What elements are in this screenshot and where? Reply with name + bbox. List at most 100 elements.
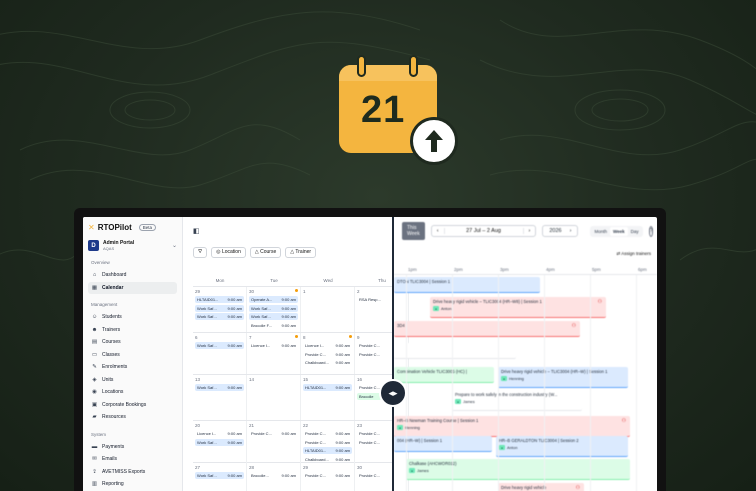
- sidebar-item-dashboard[interactable]: ⌂ Dashboard: [88, 269, 177, 282]
- month-event[interactable]: HLTAID01... 9:00 am: [195, 296, 244, 303]
- month-event[interactable]: Work Saf... 9:00 am: [249, 313, 298, 320]
- month-day-cell[interactable]: 29 Provide C... 9:00 am: [301, 463, 355, 491]
- month-event[interactable]: Chalkboard... 9:00 am: [303, 359, 352, 366]
- week-event[interactable]: Drive heavy rigid vehicle ⚇: [498, 483, 584, 491]
- month-event[interactable]: Provide C... 9:00 am: [303, 472, 352, 479]
- week-event[interactable]: Chalkase (AHCWOR012) ● James: [406, 459, 630, 480]
- month-event[interactable]: HLTAID01... 9:00 am: [303, 384, 352, 391]
- year-picker[interactable]: 2026 ›: [542, 225, 579, 237]
- month-day-cell[interactable]: 29 HLTAID01... 9:00 am Work Saf... 9:00 am Wo…: [193, 287, 247, 332]
- week-event-title: Prepare to work safely in the constructi…: [455, 392, 558, 397]
- day-number: 28: [249, 465, 255, 470]
- filter-icon[interactable]: ⛛: [193, 246, 208, 258]
- sidebar: ✕ RTOPilot Beta D Admin Portal AQAS ⌄ Ov…: [83, 217, 183, 491]
- sidebar-item-payments[interactable]: ▬ Payments: [88, 441, 177, 454]
- week-event-title: 3D4: [397, 323, 405, 328]
- event-time: 9:00 am: [335, 456, 350, 462]
- day-number: 14: [249, 377, 255, 382]
- week-event[interactable]: DTON TLIC3004 | Session 1: [394, 277, 540, 293]
- month-event[interactable]: Work Saf... 9:00 am: [249, 304, 298, 312]
- sidebar-item-reporting[interactable]: ▥ Reporting: [88, 478, 177, 491]
- month-event[interactable]: Provide C... 9:00 am: [303, 430, 352, 437]
- event-title: Work Saf...: [197, 343, 217, 348]
- month-day-cell[interactable]: 30 Operate A... 9:00 am Work Saf... 9:00 am W…: [247, 287, 301, 332]
- month-event[interactable]: Brocolle... 9:00 am: [249, 472, 298, 479]
- sidebar-item-corporate-bookings[interactable]: ▣ Corporate Bookings: [88, 399, 177, 412]
- event-time: 9:00 am: [227, 385, 242, 390]
- sidebar-item-enrolments[interactable]: ✎ Enrolments: [88, 361, 177, 374]
- sidebar-item-units[interactable]: ◈ Units: [88, 374, 177, 387]
- month-event[interactable]: Work Saf... 9:00 am: [195, 438, 244, 446]
- sidebar-item-avetmiss-exports[interactable]: ⇪ AVETMISS Exports: [88, 466, 177, 479]
- sidebar-item-locations[interactable]: ◉ Locations: [88, 386, 177, 399]
- month-event[interactable]: Work Saf... 9:00 am: [195, 313, 244, 320]
- arrows-left-right-icon: ◂▸: [388, 387, 398, 398]
- sidebar-toggle-icon[interactable]: ◧: [193, 227, 200, 235]
- month-day-cell[interactable]: 15 HLTAID01... 9:00 am: [301, 375, 355, 420]
- nav-section-label: Overview: [91, 260, 110, 265]
- sidebar-item-emails[interactable]: ✉ Emails: [88, 453, 177, 466]
- month-day-cell[interactable]: 28 Brocolle... 9:00 am: [247, 463, 301, 491]
- month-event[interactable]: Provide C... 9:00 am: [303, 351, 352, 358]
- sidebar-item-classes[interactable]: ▭ Classes: [88, 349, 177, 362]
- month-day-cell[interactable]: 21 Provide C... 9:00 am: [247, 421, 301, 466]
- sidebar-item-resources[interactable]: ▰ Resources: [88, 411, 177, 424]
- month-day-cell[interactable]: 14: [247, 375, 301, 420]
- trainer-warning-icon: ⚇: [575, 485, 580, 491]
- sidebar-item-courses[interactable]: ▤ Courses: [88, 336, 177, 349]
- split-divider[interactable]: [392, 217, 394, 491]
- week-event[interactable]: 3D4 ⚇: [394, 321, 580, 337]
- week-event[interactable]: Prepare to work safely in the constructi…: [452, 390, 582, 411]
- month-event[interactable]: Work Saf... 9:00 am: [195, 304, 244, 312]
- month-event[interactable]: HLTAID01... 9:00 am: [303, 447, 352, 454]
- month-day-cell[interactable]: 13 Work Saf... 9:00 am: [193, 375, 247, 420]
- month-event[interactable]: Licence I... 9:00 am: [249, 342, 298, 349]
- month-event[interactable]: Provide C... 9:00 am: [249, 430, 298, 437]
- hour-label: 3pm: [500, 267, 509, 272]
- sidebar-item-trainers[interactable]: ☻ Trainers: [88, 324, 177, 337]
- next-week-icon[interactable]: ›: [524, 228, 536, 234]
- month-day-cell[interactable]: 6 Work Saf... 9:00 am: [193, 333, 247, 374]
- week-event[interactable]: Drive heavy rigid vehicle – TLIC3004 (HR…: [430, 297, 606, 318]
- month-event[interactable]: Chalkboard... 9:00 am: [303, 456, 352, 463]
- week-event[interactable]: HR–B Newman Training Course | Session 1 ●…: [394, 416, 630, 437]
- calendar-ring-left: [357, 55, 366, 77]
- month-event[interactable]: Provide C... 9:00 am: [303, 439, 352, 446]
- week-event[interactable]: Combination Vehicle TLIC3005 (HC) |: [394, 367, 494, 383]
- sidebar-item-students[interactable]: ☺ Students: [88, 311, 177, 324]
- week-event-title: Drive heavy rigid vehicle – TLIC3004 (HR…: [433, 299, 542, 304]
- month-day-cell[interactable]: 27 Work Saf... 9:00 am: [193, 463, 247, 491]
- view-month-tab[interactable]: Month: [591, 227, 610, 236]
- week-event[interactable]: HR–B GERALDTON TLIC3004 | Session 2 ● Anto…: [496, 436, 628, 457]
- month-event[interactable]: Work Saf... 9:00 am: [195, 384, 244, 391]
- filter-trainer-button[interactable]: △ Trainer: [285, 246, 317, 258]
- event-trainer: ● Anton: [499, 445, 625, 450]
- prev-week-icon[interactable]: ‹: [432, 228, 444, 234]
- month-day-cell[interactable]: 8 Licence I... 9:00 am Provide C... 9:00 am C…: [301, 333, 355, 374]
- view-day-tab[interactable]: Day: [628, 227, 642, 236]
- month-day-cell[interactable]: 20 Licence I... 9:00 am Work Saf... 9:00 am: [193, 421, 247, 466]
- month-event[interactable]: Licence I... 9:00 am: [195, 430, 244, 437]
- month-event[interactable]: Work Saf... 9:00 am: [195, 342, 244, 349]
- month-event[interactable]: Brocolle F... 9:00 am: [249, 322, 298, 329]
- compare-slider-handle[interactable]: ◂▸: [379, 379, 407, 407]
- event-title: Work Saf...: [197, 385, 217, 390]
- help-icon[interactable]: ?: [648, 225, 654, 237]
- month-day-cell[interactable]: 1: [301, 287, 355, 332]
- filter-location-button[interactable]: ◎ Location: [211, 246, 246, 258]
- view-week-tab[interactable]: Week: [609, 226, 628, 236]
- month-event[interactable]: Work Saf... 9:00 am: [195, 472, 244, 479]
- filter-course-button[interactable]: △ Course: [249, 246, 282, 258]
- this-week-button[interactable]: This Week: [402, 222, 425, 240]
- event-time: 9:00 am: [281, 473, 296, 478]
- sidebar-item-calendar[interactable]: ▦ Calendar: [88, 281, 177, 294]
- account-switcher[interactable]: D Admin Portal AQAS ⌄: [88, 240, 177, 251]
- day-number: 6: [195, 335, 198, 340]
- week-event[interactable]: Drive heavy rigid vehicle – TLIC3004 (HR…: [498, 367, 628, 388]
- assign-trainers-button[interactable]: ⇄ Assign trainers: [616, 251, 651, 257]
- month-day-cell[interactable]: 7 Licence I... 9:00 am: [247, 333, 301, 374]
- month-day-cell[interactable]: 22 Provide C... 9:00 am Provide C... 9:00 am…: [301, 421, 355, 466]
- month-event[interactable]: Licence I... 9:00 am: [303, 342, 352, 349]
- month-event[interactable]: Operate A... 9:00 am: [249, 296, 298, 303]
- week-event[interactable]: 004 (HR–W) | Session 1: [394, 436, 492, 452]
